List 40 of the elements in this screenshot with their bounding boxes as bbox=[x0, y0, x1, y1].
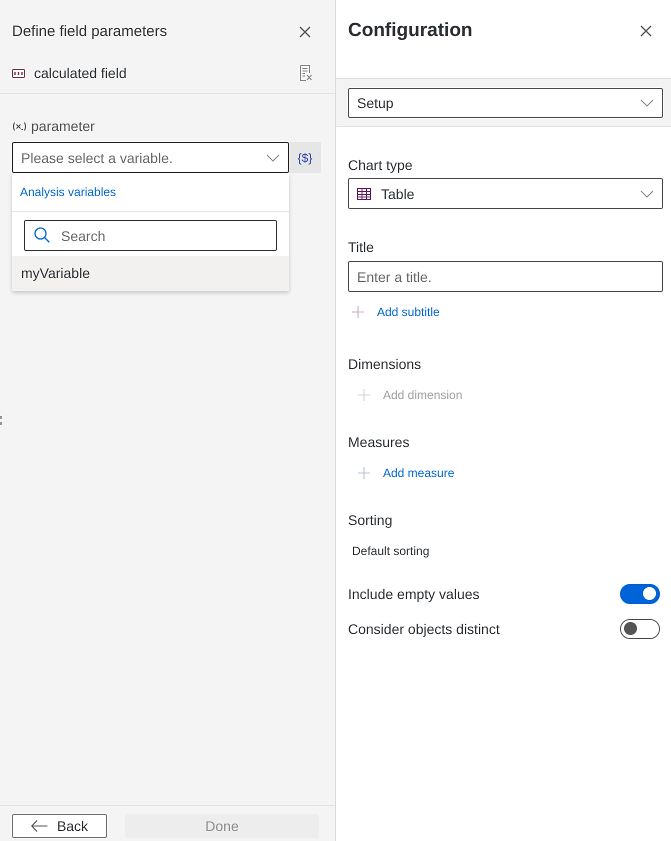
close-icon[interactable] bbox=[640, 25, 652, 37]
search-field[interactable]: Search bbox=[24, 220, 277, 251]
add-link[interactable]: Add subtitle bbox=[352, 303, 440, 321]
menu-item[interactable]: myVariable bbox=[12, 256, 289, 291]
close-icon[interactable] bbox=[299, 26, 311, 38]
section-label: Chart type bbox=[348, 156, 413, 174]
chevron-down-icon bbox=[266, 154, 280, 162]
section-label: Dimensions bbox=[348, 355, 422, 373]
analysis-variables-link[interactable]: Analysis variables bbox=[20, 185, 116, 199]
view-dropdown[interactable]: Setup bbox=[348, 88, 663, 118]
section-label: Sorting bbox=[348, 511, 392, 529]
panel-title: Define field parameters bbox=[12, 22, 168, 42]
resize-handle-icon[interactable] bbox=[0, 416, 3, 425]
panel-title: Configuration bbox=[348, 19, 473, 43]
section-label: Title bbox=[348, 238, 374, 256]
section-label: Measures bbox=[348, 433, 410, 451]
add-link[interactable]: Add measure bbox=[358, 464, 454, 482]
toggle-label: Include empty values bbox=[348, 586, 480, 602]
variable-button[interactable]: {$} bbox=[289, 142, 321, 173]
chevron-down-icon bbox=[640, 99, 654, 107]
plus-icon bbox=[358, 389, 370, 401]
sorting-value: Default sorting bbox=[352, 543, 430, 559]
back-button[interactable]: Back bbox=[12, 814, 107, 838]
plus-icon bbox=[358, 467, 370, 479]
chevron-down-icon bbox=[640, 190, 654, 198]
plus-icon bbox=[352, 306, 364, 318]
title-input[interactable]: Enter a title. bbox=[348, 261, 663, 292]
toggle-label: Consider objects distinct bbox=[348, 621, 500, 637]
variable-dropdown[interactable]: Please select a variable. bbox=[12, 142, 289, 173]
table-icon bbox=[357, 188, 371, 200]
search-icon bbox=[34, 227, 50, 243]
parameter-label: parameter bbox=[31, 117, 95, 135]
chart-type-dropdown[interactable]: Table bbox=[348, 178, 663, 209]
arrow-left-icon bbox=[30, 820, 48, 832]
variable-icon bbox=[12, 122, 27, 130]
toggle-switch[interactable] bbox=[620, 619, 660, 639]
field-type-icon bbox=[12, 68, 25, 78]
formula-sheet-icon[interactable] bbox=[299, 65, 312, 81]
toggle-switch[interactable] bbox=[620, 584, 660, 604]
field-name: calculated field bbox=[34, 65, 127, 81]
